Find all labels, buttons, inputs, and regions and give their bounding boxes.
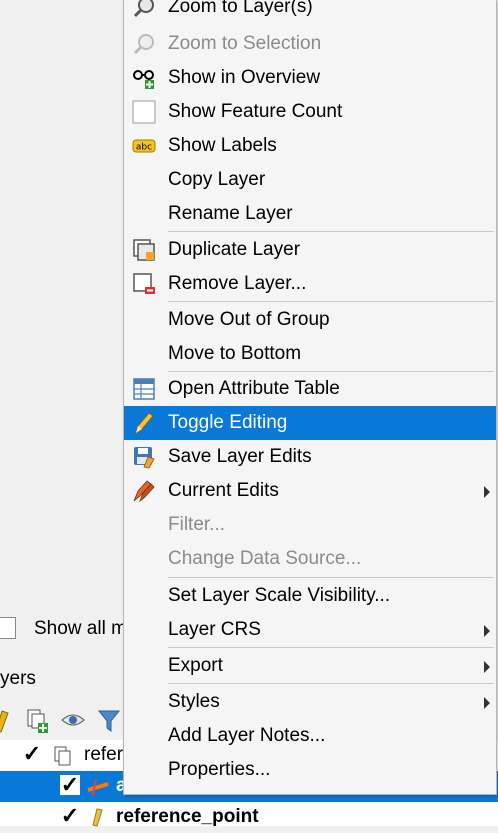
- group-checkbox[interactable]: ✓: [22, 743, 42, 765]
- menu-label: Show Labels: [168, 135, 277, 156]
- submenu-arrow-icon: [484, 625, 490, 637]
- reference-point-checkbox[interactable]: ✓: [60, 805, 80, 827]
- menu-label: Toggle Editing: [168, 412, 288, 433]
- menu-label: Save Layer Edits: [168, 446, 312, 467]
- current-edits-icon: [132, 479, 156, 503]
- show-all-label: Show all ma: [34, 618, 138, 639]
- menu-item-show-in-overview[interactable]: Show in Overview: [124, 61, 496, 95]
- menu-label: Current Edits: [168, 480, 279, 501]
- menu-label: Zoom to Layer(s): [168, 0, 313, 17]
- menu-separator: [168, 683, 494, 684]
- menu-label: Move to Bottom: [168, 343, 302, 364]
- pencil-icon: [132, 411, 156, 435]
- tree-label-reference-point: reference_point: [116, 806, 259, 827]
- menu-separator: [168, 231, 494, 232]
- labels-icon: abc: [132, 134, 156, 158]
- submenu-arrow-icon: [484, 486, 490, 498]
- menu-item-copy-layer[interactable]: Copy Layer: [124, 163, 496, 197]
- menu-item-properties[interactable]: Properties...: [124, 753, 496, 787]
- add-group-icon[interactable]: [24, 707, 50, 733]
- menu-label: Styles: [168, 691, 220, 712]
- layers-toolbar: [0, 703, 130, 739]
- menu-item-add-layer-notes[interactable]: Add Layer Notes...: [124, 719, 496, 753]
- tree-row-reference-point[interactable]: ✓ reference_point: [0, 802, 498, 833]
- menu-label: Open Attribute Table: [168, 378, 340, 399]
- menu-label: Add Layer Notes...: [168, 725, 326, 746]
- submenu-arrow-icon: [484, 697, 490, 709]
- menu-item-layer-crs[interactable]: Layer CRS: [124, 613, 496, 647]
- menu-label: Set Layer Scale Visibility...: [168, 585, 391, 606]
- duplicate-layer-icon: [132, 238, 156, 262]
- svg-text:abc: abc: [136, 143, 152, 153]
- menu-item-rename-layer[interactable]: Rename Layer: [124, 197, 496, 231]
- menu-item-move-to-bottom[interactable]: Move to Bottom: [124, 337, 496, 371]
- show-all-checkbox[interactable]: [0, 617, 16, 639]
- menu-item-duplicate-layer[interactable]: Duplicate Layer: [124, 233, 496, 267]
- tree-label-group: refer: [84, 744, 124, 765]
- layer-context-menu: Zoom to Layer(s) Zoom to Selection Show …: [123, 0, 497, 795]
- menu-separator: [168, 647, 494, 648]
- filter-icon[interactable]: [96, 707, 122, 733]
- pencil-icon[interactable]: [0, 707, 18, 733]
- eye-icon[interactable]: [60, 707, 86, 733]
- menu-item-current-edits[interactable]: Current Edits: [124, 474, 496, 508]
- menu-label: Change Data Source...: [168, 548, 362, 569]
- menu-separator: [168, 301, 494, 302]
- group-icon: [52, 745, 74, 773]
- menu-item-export[interactable]: Export: [124, 649, 496, 683]
- menu-label: Zoom to Selection: [168, 33, 322, 54]
- axis-checkbox[interactable]: ✓: [60, 774, 80, 796]
- menu-item-zoom-to-selection[interactable]: Zoom to Selection: [124, 27, 496, 61]
- menu-label: Move Out of Group: [168, 309, 330, 330]
- menu-label: Properties...: [168, 759, 271, 780]
- menu-label: Show Feature Count: [168, 101, 343, 122]
- remove-layer-icon: [132, 272, 156, 296]
- menu-item-set-scale-visibility[interactable]: Set Layer Scale Visibility...: [124, 579, 496, 613]
- menu-item-toggle-editing[interactable]: Toggle Editing: [124, 406, 496, 440]
- menu-label: Show in Overview: [168, 67, 321, 88]
- submenu-arrow-icon: [484, 661, 490, 673]
- zoom-selection-icon: [132, 32, 156, 56]
- menu-label: Duplicate Layer: [168, 239, 301, 260]
- point-layer-icon: [88, 805, 108, 833]
- menu-item-show-labels[interactable]: abc Show Labels: [124, 129, 496, 163]
- menu-label: Layer CRS: [168, 619, 261, 640]
- menu-label: Export: [168, 655, 223, 676]
- zoom-layer-icon: [132, 0, 156, 19]
- menu-item-styles[interactable]: Styles: [124, 685, 496, 719]
- menu-item-zoom-to-layer[interactable]: Zoom to Layer(s): [124, 0, 496, 24]
- menu-item-remove-layer[interactable]: Remove Layer...: [124, 267, 496, 301]
- menu-label: Remove Layer...: [168, 273, 307, 294]
- menu-label: Rename Layer: [168, 203, 293, 224]
- overview-icon: [132, 66, 156, 90]
- menu-label: Copy Layer: [168, 169, 266, 190]
- attribute-table-icon: [132, 377, 156, 401]
- menu-item-show-feature-count[interactable]: Show Feature Count: [124, 95, 496, 129]
- menu-item-open-attribute-table[interactable]: Open Attribute Table: [124, 372, 496, 406]
- line-layer-icon: [86, 776, 110, 804]
- menu-separator: [168, 577, 494, 578]
- save-edits-icon: [132, 445, 156, 469]
- checkbox-icon: [132, 100, 156, 124]
- menu-item-change-data-source[interactable]: Change Data Source...: [124, 542, 496, 576]
- layers-panel-title: yers: [0, 668, 36, 689]
- menu-item-filter[interactable]: Filter...: [124, 508, 496, 542]
- menu-item-move-out-of-group[interactable]: Move Out of Group: [124, 303, 496, 337]
- menu-label: Filter...: [168, 514, 226, 535]
- menu-item-save-layer-edits[interactable]: Save Layer Edits: [124, 440, 496, 474]
